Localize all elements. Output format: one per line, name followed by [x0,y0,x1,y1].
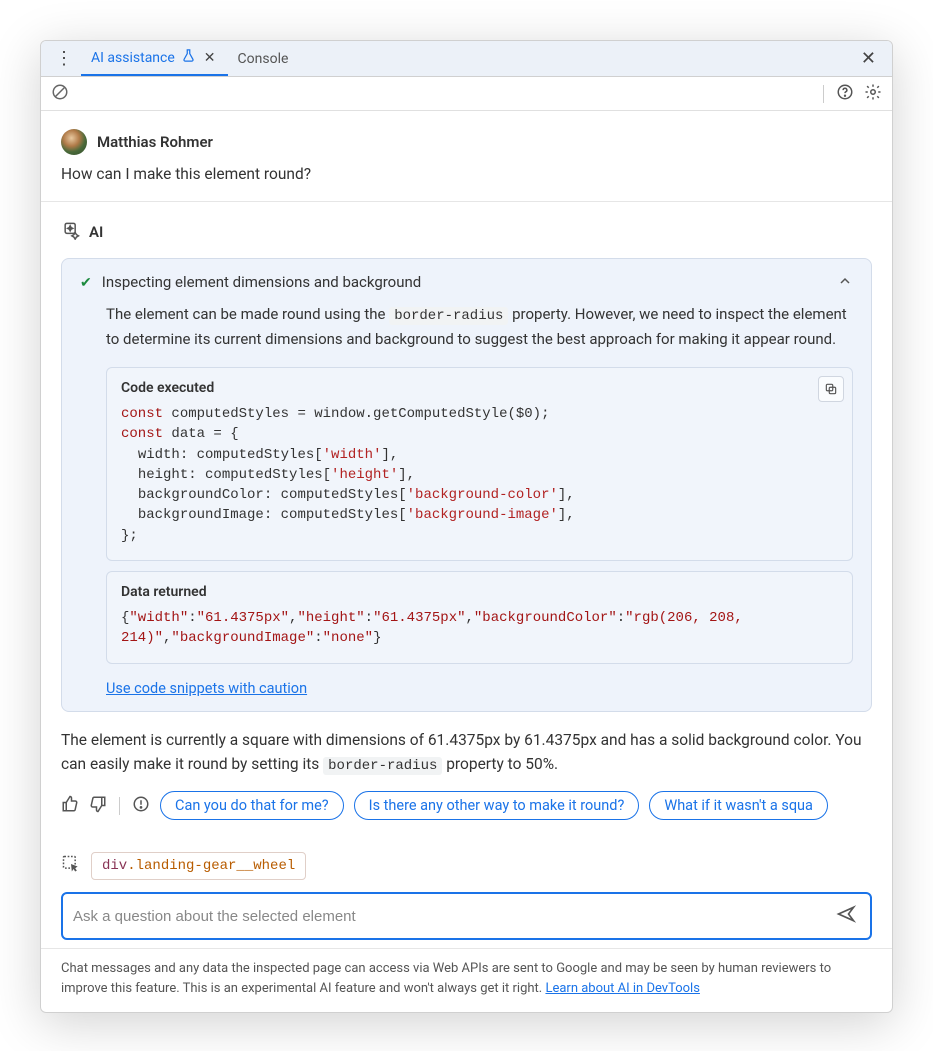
tabbar: ⋮ AI assistance ✕ Console ✕ [41,41,892,77]
chat-area: Matthias Rohmer How can I make this elem… [41,111,892,838]
tab-label: AI assistance [91,50,175,66]
divider [41,201,892,202]
user-name: Matthias Rohmer [97,133,213,151]
code-inline: border-radius [323,757,442,775]
data-returned-title: Data returned [121,584,838,600]
code-executed-card: Code executed const computedStyles = win… [106,367,853,561]
data-returned-card: Data returned {"width":"61.4375px","heig… [106,571,853,664]
help-icon[interactable] [836,83,854,105]
inspect-step: ✔ Inspecting element dimensions and back… [61,258,872,712]
flask-icon [181,48,196,67]
suggestion-chip[interactable]: Is there any other way to make it round? [354,791,640,820]
thumbs-down-icon[interactable] [89,795,107,817]
separator [823,85,824,103]
code-block: const computedStyles = window.getCompute… [121,404,838,546]
code-inline: border-radius [389,307,508,325]
more-icon[interactable]: ⋮ [47,48,81,69]
feedback-row: Can you do that for me? Is there any oth… [61,791,872,820]
ai-header: AI [61,220,872,244]
tab-console[interactable]: Console [228,41,299,76]
inspect-title: Inspecting element dimensions and backgr… [102,273,422,291]
code-executed-title: Code executed [121,380,838,396]
user-header: Matthias Rohmer [61,129,872,155]
element-class: .landing-gear__wheel [127,858,295,874]
ai-label: AI [89,223,103,241]
devtools-panel: ⋮ AI assistance ✕ Console ✕ [40,40,893,1013]
learn-more-link[interactable]: Learn about AI in DevTools [545,981,699,996]
tab-ai-assistance[interactable]: AI assistance ✕ [81,41,228,76]
copy-button[interactable] [818,376,844,402]
avatar [61,129,87,155]
user-message: How can I make this element round? [61,165,872,183]
separator [119,797,120,815]
toolbar [41,77,892,111]
chevron-up-icon[interactable] [837,273,853,293]
close-tab-icon[interactable]: ✕ [202,50,218,66]
element-chip[interactable]: div.landing-gear__wheel [91,852,306,880]
selected-element-row: div.landing-gear__wheel [61,852,872,880]
tab-label: Console [238,51,289,67]
ai-summary: The element is currently a square with d… [61,728,872,778]
disclaimer-footer: Chat messages and any data the inspected… [41,948,892,1012]
suggestion-chips: Can you do that for me? Is there any oth… [160,791,872,820]
clear-icon[interactable] [51,83,69,105]
suggestion-chip[interactable]: What if it wasn't a squa [649,791,828,820]
input-area: div.landing-gear__wheel [41,838,892,948]
prompt-box [61,892,872,940]
send-button[interactable] [832,900,860,932]
settings-icon[interactable] [864,83,882,105]
inspect-description: The element can be made round using the … [106,303,853,351]
thumbs-up-icon[interactable] [61,795,79,817]
suggestion-chip[interactable]: Can you do that for me? [160,791,344,820]
caution-link: Use code snippets with caution [106,678,853,697]
caution-anchor[interactable]: Use code snippets with caution [106,680,307,697]
report-icon[interactable] [132,795,150,817]
prompt-input[interactable] [73,908,832,925]
element-picker-icon[interactable] [61,854,81,878]
check-icon: ✔ [80,275,92,291]
data-block: {"width":"61.4375px","height":"61.4375px… [121,608,838,649]
close-panel-icon[interactable]: ✕ [851,48,886,69]
sparkle-icon [61,220,81,244]
element-tag: div [102,858,127,874]
